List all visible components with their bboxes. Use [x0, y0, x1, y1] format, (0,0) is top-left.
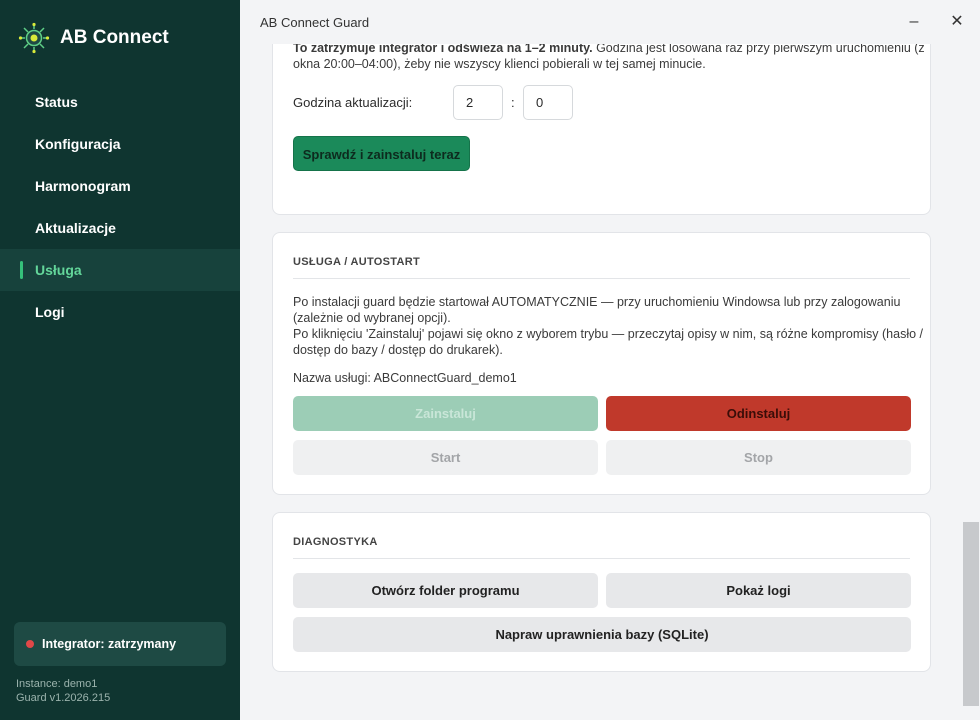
service-desc-line4: dostęp do bazy / dostęp do drukarek).	[293, 343, 503, 357]
app-logo-icon	[18, 22, 50, 54]
title-bar: AB Connect Guard – ✕	[240, 0, 980, 44]
sidebar-item-harmonogram[interactable]: Harmonogram	[0, 165, 240, 207]
open-folder-button[interactable]: Otwórz folder programu	[293, 573, 598, 608]
uninstall-service-button[interactable]: Odinstaluj	[606, 396, 911, 431]
update-minute-input[interactable]: 0	[523, 85, 573, 120]
diagnostics-card-title: DIAGNOSTYKA	[293, 536, 378, 548]
brand: AB Connect	[18, 22, 169, 54]
service-card-divider	[293, 278, 910, 279]
main-content: To zatrzymuje integrator i odświeża na 1…	[240, 44, 980, 720]
install-service-button[interactable]: Zainstaluj	[293, 396, 598, 431]
fix-db-permissions-button[interactable]: Napraw uprawnienia bazy (SQLite)	[293, 617, 911, 652]
minimize-button[interactable]: –	[899, 8, 929, 38]
service-card-title: USŁUGA / AUTOSTART	[293, 256, 421, 268]
close-button[interactable]: ✕	[942, 8, 972, 38]
service-card: USŁUGA / AUTOSTART Po instalacji guard b…	[272, 232, 931, 495]
time-separator: :	[511, 95, 515, 110]
instance-info: Instance: demo1 Guard v1.2026.215	[16, 677, 110, 705]
window-title: AB Connect Guard	[260, 15, 370, 30]
service-desc-line3: Po kliknięciu 'Zainstaluj' pojawi się ok…	[293, 327, 924, 341]
scrollbar-thumb[interactable]	[963, 522, 979, 706]
start-service-button[interactable]: Start	[293, 440, 598, 475]
show-logs-button[interactable]: Pokaż logi	[606, 573, 911, 608]
integrator-status-card: Integrator: zatrzymany	[14, 622, 226, 666]
instance-name: Instance: demo1	[16, 678, 98, 690]
service-desc-line1: Po instalacji guard będzie startował AUT…	[293, 295, 901, 309]
update-hour-input[interactable]: 2	[453, 85, 503, 120]
update-card: To zatrzymuje integrator i odświeża na 1…	[272, 44, 931, 215]
sidebar-item-status[interactable]: Status	[0, 81, 240, 123]
update-desc-line1: To zatrzymuje integrator i odświeża na 1…	[293, 44, 925, 55]
sidebar-item-usluga[interactable]: Usługa	[0, 249, 240, 291]
status-dot-icon	[26, 640, 34, 648]
install-now-button[interactable]: Sprawdź i zainstaluj teraz	[293, 136, 470, 171]
update-time-label: Godzina aktualizacji:	[293, 95, 413, 110]
sidebar-item-aktualizacje[interactable]: Aktualizacje	[0, 207, 240, 249]
diagnostics-card-divider	[293, 558, 910, 559]
service-name: Nazwa usługi: ABConnectGuard_demo1	[293, 371, 517, 385]
integrator-status-text: Integrator: zatrzymany	[42, 637, 177, 651]
sidebar-nav: Status Konfiguracja Harmonogram Aktualiz…	[0, 81, 240, 333]
service-desc-line2: (zależnie od wybranej opcji).	[293, 311, 451, 325]
sidebar-item-logi[interactable]: Logi	[0, 291, 240, 333]
stop-service-button[interactable]: Stop	[606, 440, 911, 475]
guard-version: Guard v1.2026.215	[16, 692, 111, 704]
sidebar: AB Connect Status Konfiguracja Harmonogr…	[0, 0, 240, 720]
app-name: AB Connect	[60, 27, 169, 48]
sidebar-item-konfiguracja[interactable]: Konfiguracja	[0, 123, 240, 165]
update-desc-line2: okna 20:00–04:00), żeby nie wszyscy klie…	[293, 57, 706, 71]
diagnostics-card: DIAGNOSTYKA Otwórz folder programu Pokaż…	[272, 512, 931, 672]
